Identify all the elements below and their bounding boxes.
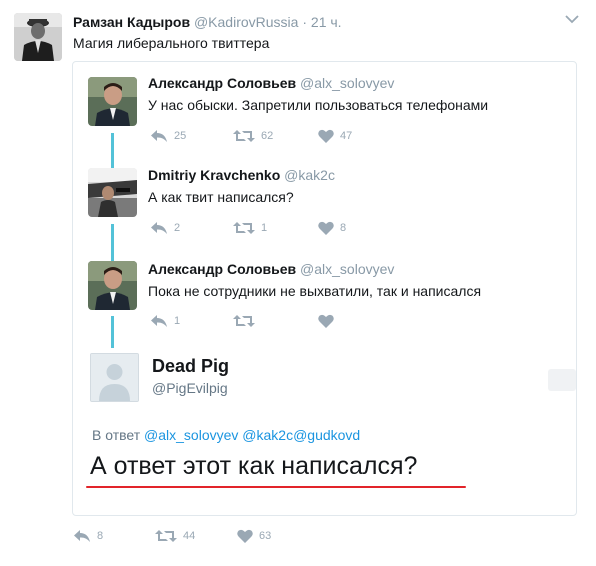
- quoted-tweet-header: Dmitriy Kravchenko @kak2c: [148, 167, 335, 183]
- chevron-down-icon[interactable]: [564, 12, 580, 24]
- tweet-time[interactable]: 21 ч.: [311, 14, 342, 30]
- reply-count: 8: [97, 530, 104, 542]
- reply-count: 1: [174, 315, 181, 327]
- author-handle[interactable]: @kak2c: [284, 167, 335, 183]
- quoted-tweet-text: Пока не сотрудники не выхватили, так и н…: [148, 283, 482, 299]
- author-name[interactable]: Dmitriy Kravchenko: [148, 167, 280, 183]
- author-handle[interactable]: @alx_solovyev: [300, 261, 394, 277]
- author-name[interactable]: Александр Соловьев: [148, 75, 296, 91]
- like-count: 47: [340, 130, 353, 142]
- reply-to-line: В ответ @alx_solovyev @kak2c@gudkovd: [92, 427, 360, 443]
- tweet-text: Магия либерального твиттера: [73, 35, 270, 51]
- reply-to-handles[interactable]: @alx_solovyev @kak2c@gudkovd: [144, 427, 360, 443]
- reply-to-prefix: В ответ: [92, 427, 141, 443]
- heart-icon: [318, 129, 334, 143]
- avatar-solovyev[interactable]: [88, 261, 137, 310]
- author-handle[interactable]: @KadirovRussia: [194, 14, 298, 30]
- retweet-button[interactable]: [233, 314, 261, 328]
- quoted-tweet-header: Александр Соловьев @alx_solovyev: [148, 261, 394, 277]
- like-button[interactable]: 47: [318, 129, 352, 143]
- avatar-solovyev[interactable]: [88, 77, 137, 126]
- avatar-kadyrov[interactable]: [14, 13, 62, 61]
- retweet-button[interactable]: 1: [233, 221, 267, 235]
- reply-count: 2: [174, 222, 181, 234]
- reply-button[interactable]: 2: [150, 221, 180, 235]
- retweet-icon: [233, 315, 255, 327]
- outer-tweet-header: Рамзан Кадыров @KadirovRussia · 21 ч.: [73, 14, 342, 30]
- retweet-button[interactable]: 44: [155, 529, 195, 543]
- media-control: [548, 369, 576, 391]
- like-button[interactable]: 63: [237, 529, 271, 543]
- reply-icon: [151, 315, 167, 327]
- reply-icon: [151, 130, 167, 142]
- author-handle[interactable]: @alx_solovyev: [300, 75, 394, 91]
- reply-button[interactable]: 1: [150, 314, 180, 328]
- like-count: 8: [340, 222, 347, 234]
- author-name[interactable]: Александр Соловьев: [148, 261, 296, 277]
- like-button[interactable]: 8: [318, 221, 346, 235]
- reply-author-handle[interactable]: @PigEvilpig: [152, 380, 228, 396]
- like-button[interactable]: [318, 314, 340, 328]
- reply-button[interactable]: 25: [150, 129, 186, 143]
- retweet-icon: [233, 130, 255, 142]
- retweet-icon: [233, 222, 255, 234]
- thread-connector: [111, 224, 114, 262]
- thread-connector: [111, 316, 114, 348]
- reply-author-name[interactable]: Dead Pig: [152, 356, 229, 377]
- red-underline: [86, 486, 466, 488]
- heart-icon: [318, 314, 334, 328]
- reply-button[interactable]: 8: [73, 529, 103, 543]
- avatar-default[interactable]: [90, 353, 139, 402]
- thread-connector: [111, 133, 114, 171]
- like-count: 63: [259, 530, 272, 542]
- quoted-tweet-header: Александр Соловьев @alx_solovyev: [148, 75, 394, 91]
- heart-icon: [237, 529, 253, 543]
- retweet-icon: [155, 530, 177, 542]
- retweet-count: 1: [261, 222, 268, 234]
- reply-icon: [74, 530, 90, 542]
- quoted-tweet-text: У нас обыски. Запретили пользоваться тел…: [148, 97, 489, 113]
- reply-text: А ответ этот как написался?: [90, 452, 418, 480]
- avatar-kravchenko[interactable]: [88, 168, 137, 217]
- quoted-tweet-text: А как твит написался?: [148, 189, 294, 205]
- retweet-button[interactable]: 62: [233, 129, 273, 143]
- author-name[interactable]: Рамзан Кадыров: [73, 14, 190, 30]
- reply-count: 25: [174, 130, 187, 142]
- reply-icon: [151, 222, 167, 234]
- heart-icon: [318, 221, 334, 235]
- retweet-count: 62: [261, 130, 274, 142]
- separator-dot: ·: [302, 14, 308, 30]
- retweet-count: 44: [183, 530, 196, 542]
